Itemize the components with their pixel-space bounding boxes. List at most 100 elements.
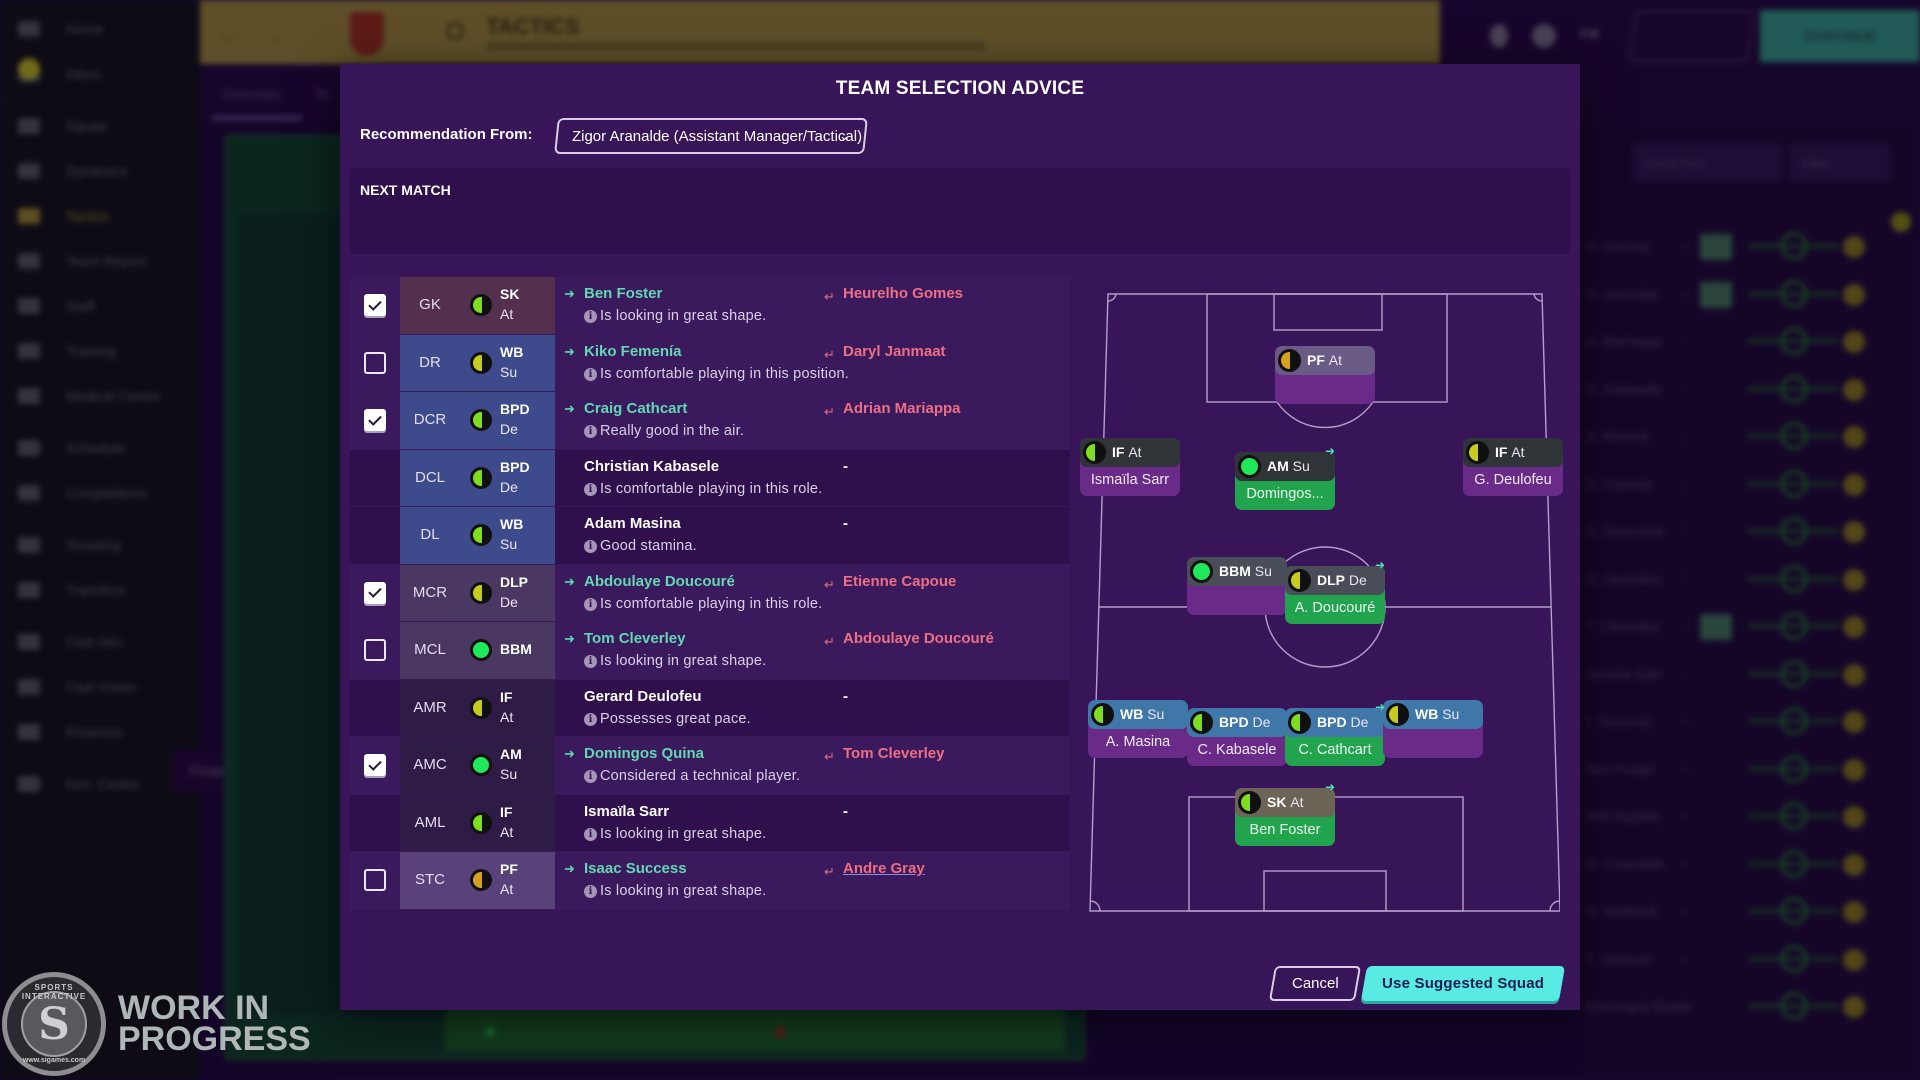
- accept-change-checkbox[interactable]: [364, 351, 386, 374]
- pitch-card-amc[interactable]: AM Su Domingos...: [1235, 452, 1335, 510]
- current-player-name[interactable]: Etienne Capoue: [843, 573, 956, 590]
- accept-change-checkbox[interactable]: [364, 869, 386, 891]
- pitch-role-code: PF: [1307, 352, 1325, 368]
- pitch-role-code: WB: [1120, 706, 1144, 722]
- duty-label: At: [500, 823, 514, 840]
- player-in-arrow-icon: ➜: [564, 746, 575, 761]
- pitch-role-code: WB: [1415, 706, 1439, 722]
- accept-change-checkbox[interactable]: [364, 581, 386, 604]
- role-label: AM: [500, 746, 522, 762]
- pitch-card-amr[interactable]: IF At G. Deulofeu: [1463, 438, 1563, 496]
- pitch-role-code: SK: [1267, 794, 1287, 810]
- suggested-player-name[interactable]: Craig Cathcart: [584, 400, 687, 417]
- pitch-card-dr[interactable]: WB Su: [1383, 700, 1483, 758]
- pitch-role: PF At: [1307, 352, 1342, 368]
- work-in-progress-watermark: SPORTS INTERACTIVE S www.sigames.com WOR…: [2, 972, 311, 1076]
- pitch-role-code: BPD: [1317, 714, 1347, 730]
- role-suitability-icon: [470, 696, 492, 719]
- pitch-duty: Su: [1254, 563, 1272, 579]
- suggested-player-name[interactable]: Adam Masina: [584, 515, 681, 532]
- role-suitability-icon: [1091, 703, 1114, 726]
- pitch-card-aml[interactable]: IF At Ismaïla Sarr: [1080, 438, 1180, 496]
- pitch-role: IF At: [1495, 444, 1525, 460]
- pitch-duty: At: [1328, 352, 1343, 368]
- player-in-arrow-icon: ➜: [564, 343, 575, 359]
- suggested-player-name[interactable]: Ismaïla Sarr: [584, 803, 669, 820]
- accept-change-checkbox[interactable]: [364, 639, 386, 661]
- swap-arrow-icon: ➜: [1325, 444, 1336, 458]
- advice-table: GK SK At ➜ Ben Foster ↵ Heurelho Gomes i Is look…: [350, 277, 1070, 910]
- selection-reason: Really good in the air.: [600, 423, 745, 439]
- pitch-card-gk[interactable]: SK At Ben Foster: [1235, 788, 1335, 846]
- pitch-role-code: DLP: [1317, 572, 1345, 588]
- swap-arrow-icon: ➜: [1375, 558, 1386, 572]
- info-icon: i: [584, 712, 597, 726]
- suggested-player-name[interactable]: Domingos Quina: [584, 745, 704, 762]
- pitch-card-dcl[interactable]: BPD De C. Kabasele: [1187, 708, 1287, 766]
- pitch-card-dcr[interactable]: BPD De C. Cathcart: [1285, 708, 1385, 766]
- pitch-role: WB Su: [1415, 706, 1459, 722]
- suggested-player-name[interactable]: Abdoulaye Doucouré: [584, 573, 735, 590]
- pitch-card-dl[interactable]: WB Su A. Masina: [1088, 700, 1188, 758]
- role-suitability-icon: [1288, 711, 1311, 734]
- duty-label: Su: [500, 536, 518, 552]
- pitch-card-header: BPD De: [1285, 708, 1385, 737]
- current-player-name[interactable]: Daryl Janmaat: [843, 343, 946, 360]
- pitch-card-mcl[interactable]: BBM Su: [1187, 557, 1287, 615]
- cancel-button[interactable]: Cancel: [1268, 966, 1362, 1001]
- suggested-player-name[interactable]: Ben Foster: [584, 285, 662, 302]
- role-label: IF: [500, 688, 513, 705]
- pitch-role-code: IF: [1112, 444, 1125, 460]
- role-label: DLP: [500, 573, 528, 590]
- swap-arrow-icon: ➜: [1325, 780, 1336, 794]
- advice-row-amr: AMR IF At Gerard Deulofeu - i Possesses great …: [350, 679, 1070, 737]
- current-player-name[interactable]: Andre Gray: [843, 860, 925, 877]
- pitch-card-header: DLP De: [1285, 566, 1385, 595]
- role-suitability-icon: [1466, 441, 1489, 464]
- pitch-card-mcr[interactable]: DLP De A. Doucouré: [1285, 566, 1385, 624]
- player-in-arrow-icon: ➜: [564, 631, 575, 646]
- accept-change-checkbox[interactable]: [364, 754, 386, 776]
- current-player-name[interactable]: Tom Cleverley: [843, 745, 944, 762]
- recommendation-dropdown[interactable]: Zigor Aranalde (Assistant Manager/Tactic…: [554, 118, 868, 154]
- pitch-card-header: BPD De: [1187, 708, 1287, 737]
- suggested-player-name[interactable]: Kiko Femenía: [584, 343, 682, 360]
- role-label: BPD: [500, 401, 530, 417]
- role-label: SK: [500, 286, 520, 302]
- suggested-player-name[interactable]: Christian Kabasele: [584, 458, 719, 475]
- role-suitability-icon: [1238, 791, 1261, 814]
- suggested-player-name[interactable]: Isaac Success: [584, 860, 687, 877]
- pitch-card-stc[interactable]: PF At: [1275, 346, 1375, 404]
- advice-row-dr: DR WB Su ➜ Kiko Femenía ↵ Daryl Janmaat i Is com…: [350, 334, 1070, 392]
- accept-change-checkbox[interactable]: [364, 409, 386, 431]
- role-suitability-icon: [470, 754, 492, 776]
- position-label: AMC: [413, 756, 447, 773]
- pitch-role-code: BBM: [1219, 563, 1251, 579]
- current-player-name[interactable]: Abdoulaye Doucouré: [843, 630, 994, 647]
- position-cell: DL WB Su: [400, 507, 555, 564]
- pitch-role: WB Su: [1120, 706, 1164, 722]
- role-suitability-icon: [470, 524, 492, 546]
- role-suitability-icon: [470, 466, 492, 489]
- position-cell: DCR BPD De: [400, 392, 555, 449]
- current-player-name[interactable]: Adrian Mariappa: [843, 400, 961, 417]
- player-out-arrow-icon: ↵: [824, 749, 835, 764]
- accept-change-checkbox[interactable]: [364, 294, 386, 316]
- current-player-name[interactable]: Heurelho Gomes: [843, 285, 963, 302]
- suggested-player-name[interactable]: Gerard Deulofeu: [584, 688, 702, 705]
- pitch-card-header: WB Su: [1088, 700, 1188, 729]
- pitch-duty: De: [1252, 714, 1271, 730]
- suggested-player-name[interactable]: Tom Cleverley: [584, 630, 685, 647]
- role-suitability-icon: [1190, 711, 1213, 734]
- advice-row-mcl: MCL BBM ➜ Tom Cleverley ↵ Abdoulaye Doucouré i…: [350, 622, 1070, 680]
- use-suggested-squad-button[interactable]: Use Suggested Squad: [1360, 966, 1566, 1001]
- info-icon: i: [584, 310, 597, 323]
- role-suitability-icon: [470, 294, 492, 316]
- role-suitability-icon: [1238, 455, 1261, 478]
- pitch-role: IF At: [1112, 444, 1142, 460]
- selection-reason: Is comfortable playing in this position.: [600, 365, 849, 382]
- role-label: BPD: [500, 458, 530, 475]
- role-label: PF: [500, 861, 518, 877]
- pitch-duty: Su: [1292, 458, 1310, 474]
- selection-reason: Is comfortable playing in this role.: [600, 595, 823, 612]
